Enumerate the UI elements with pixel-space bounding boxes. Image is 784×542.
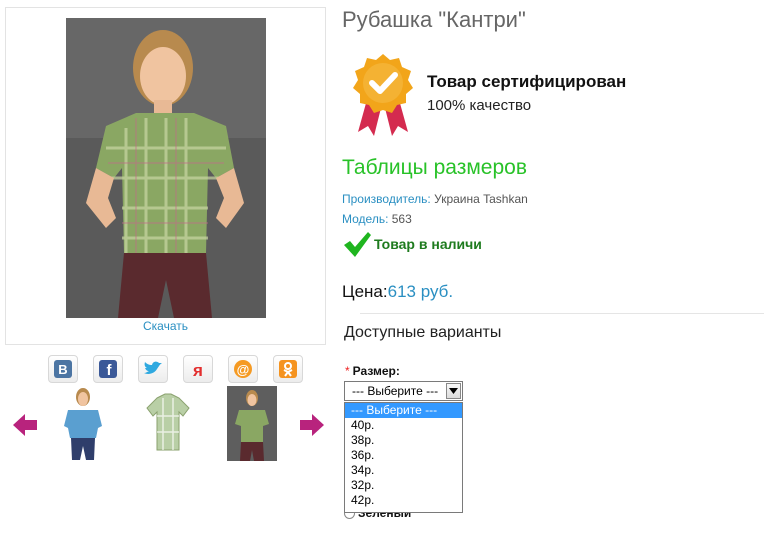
vk-share-button[interactable]: B (48, 355, 78, 383)
size-option[interactable]: 38р. (345, 433, 462, 448)
model-value: 563 (391, 212, 412, 226)
price-label: Цена: (342, 282, 388, 301)
vk-icon: B (54, 360, 72, 378)
size-option[interactable]: 40р. (345, 418, 462, 433)
manufacturer-row: Производитель: Украина Tashkan (342, 192, 528, 206)
size-select[interactable]: --- Выберите --- (344, 381, 463, 401)
certified-title: Товар сертифицирован (427, 72, 627, 91)
size-option[interactable]: 34р. (345, 463, 462, 478)
options-heading: Доступные варианты (344, 324, 502, 341)
price-value: 613 руб. (387, 282, 454, 301)
stock-status: Товар в наличи (342, 230, 482, 258)
main-photo-frame: Скачать (5, 7, 326, 345)
product-title: Рубашка "Кантри" (342, 7, 526, 32)
facebook-share-button[interactable]: f (93, 355, 123, 383)
checkmark-icon (344, 232, 371, 257)
yandex-icon: я (192, 361, 203, 379)
yandex-share-button[interactable]: я (183, 355, 213, 383)
divider (360, 313, 764, 314)
stock-status-text: Товар в наличи (374, 236, 482, 252)
certified-subtitle: 100% качество (427, 97, 532, 114)
size-tables-link[interactable]: Таблицы размеров (342, 156, 527, 180)
carousel-prev-arrow-icon[interactable] (12, 412, 38, 438)
size-select-toggle[interactable] (446, 383, 461, 399)
manufacturer-label[interactable]: Производитель: (342, 192, 431, 206)
girl-in-plaid-shirt-image (66, 18, 266, 318)
odnoklassniki-icon (279, 360, 297, 378)
size-option[interactable]: 42р. (345, 493, 462, 508)
carousel-next-arrow-icon[interactable] (299, 412, 325, 438)
size-select-value: --- Выберите --- (352, 384, 439, 398)
mail-icon: @ (234, 360, 252, 378)
svg-text:@: @ (237, 362, 250, 377)
mail-share-button[interactable]: @ (228, 355, 258, 383)
model-row: Модель: 563 (342, 212, 412, 226)
size-option[interactable]: 32р. (345, 478, 462, 493)
twitter-share-button[interactable] (138, 355, 168, 383)
size-label: * Размер: (345, 364, 400, 378)
thumbnail-image (64, 388, 102, 460)
price-row: Цена:613 руб. (342, 282, 453, 302)
svg-text:я: я (192, 361, 203, 379)
manufacturer-value: Украина Tashkan (434, 192, 528, 206)
odnoklassniki-share-button[interactable] (273, 355, 303, 383)
size-dropdown-list[interactable]: --- Выберите --- 40р. 38р. 36р. 34р. 32р… (344, 402, 463, 513)
size-label-text: Размер: (352, 364, 400, 378)
facebook-icon: f (99, 360, 117, 379)
thumbnail-girl-photo[interactable] (227, 386, 277, 461)
size-option[interactable]: --- Выберите --- (345, 403, 462, 418)
thumbnail-green-shirt-flat[interactable] (143, 386, 193, 461)
thumbnail-blue-shirt[interactable] (58, 386, 108, 461)
model-label: Модель: (342, 212, 389, 226)
download-link[interactable]: Скачать (6, 319, 325, 333)
size-option[interactable]: 36р. (345, 448, 462, 463)
twitter-icon (144, 361, 162, 374)
thumbnail-image (227, 386, 277, 461)
required-mark: * (345, 364, 350, 378)
svg-text:B: B (58, 362, 67, 377)
thumbnail-image (146, 393, 190, 451)
certified-badge-icon (353, 54, 413, 136)
main-product-photo[interactable] (66, 18, 266, 318)
chevron-down-icon (449, 388, 458, 394)
